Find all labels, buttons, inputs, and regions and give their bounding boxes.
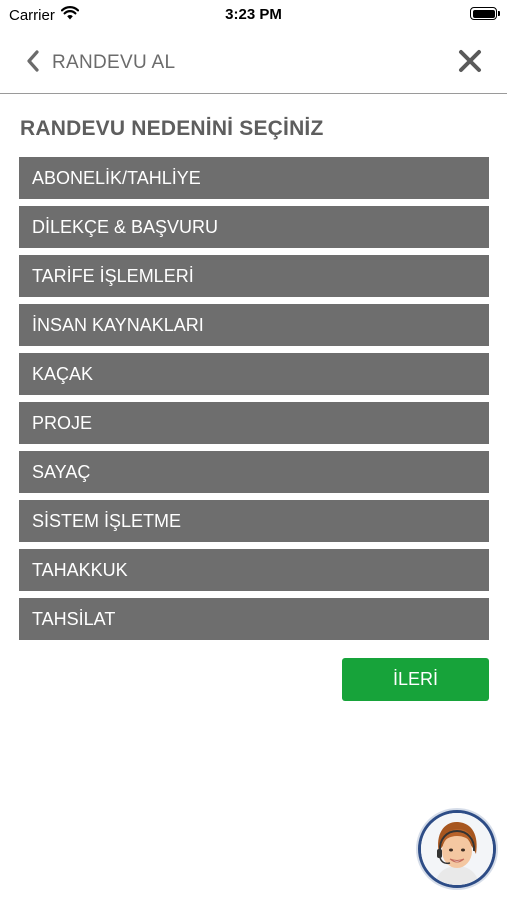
status-bar: Carrier 3:23 PM — [0, 0, 507, 30]
clock: 3:23 PM — [225, 6, 282, 23]
reason-item-abonelik-tahliye[interactable]: ABONELİK/TAHLİYE — [19, 157, 489, 199]
battery-icon — [470, 7, 500, 20]
reason-item-tahakkuk[interactable]: TAHAKKUK — [19, 549, 489, 591]
reason-item-kacak[interactable]: KAÇAK — [19, 353, 489, 395]
back-button[interactable]: RANDEVU AL — [26, 48, 175, 78]
reason-item-proje[interactable]: PROJE — [19, 402, 489, 444]
close-icon — [455, 50, 485, 80]
reason-item-sistem-isletme[interactable]: SİSTEM İŞLETME — [19, 500, 489, 542]
next-button[interactable]: İLERİ — [342, 658, 489, 701]
reason-item-dilekce-basvuru[interactable]: DİLEKÇE & BAŞVURU — [19, 206, 489, 248]
reason-item-insan-kaynaklari[interactable]: İNSAN KAYNAKLARI — [19, 304, 489, 346]
page-title: RANDEVU NEDENİNİ SEÇİNİZ — [20, 117, 324, 140]
reason-item-tarife-islemleri[interactable]: TARİFE İŞLEMLERİ — [19, 255, 489, 297]
reason-item-sayac[interactable]: SAYAÇ — [19, 451, 489, 493]
nav-header: RANDEVU AL — [0, 30, 507, 94]
reason-list: ABONELİK/TAHLİYE DİLEKÇE & BAŞVURU TARİF… — [19, 157, 489, 647]
reason-item-tahsilat[interactable]: TAHSİLAT — [19, 598, 489, 640]
support-avatar-button[interactable] — [418, 810, 496, 888]
back-button-label: RANDEVU AL — [52, 52, 176, 73]
close-button[interactable] — [455, 46, 485, 76]
chevron-left-icon — [26, 49, 40, 77]
app-screen: Carrier 3:23 PM RANDEVU AL RANDEVU NEDEN… — [0, 0, 507, 900]
support-agent-avatar-icon — [421, 813, 493, 885]
